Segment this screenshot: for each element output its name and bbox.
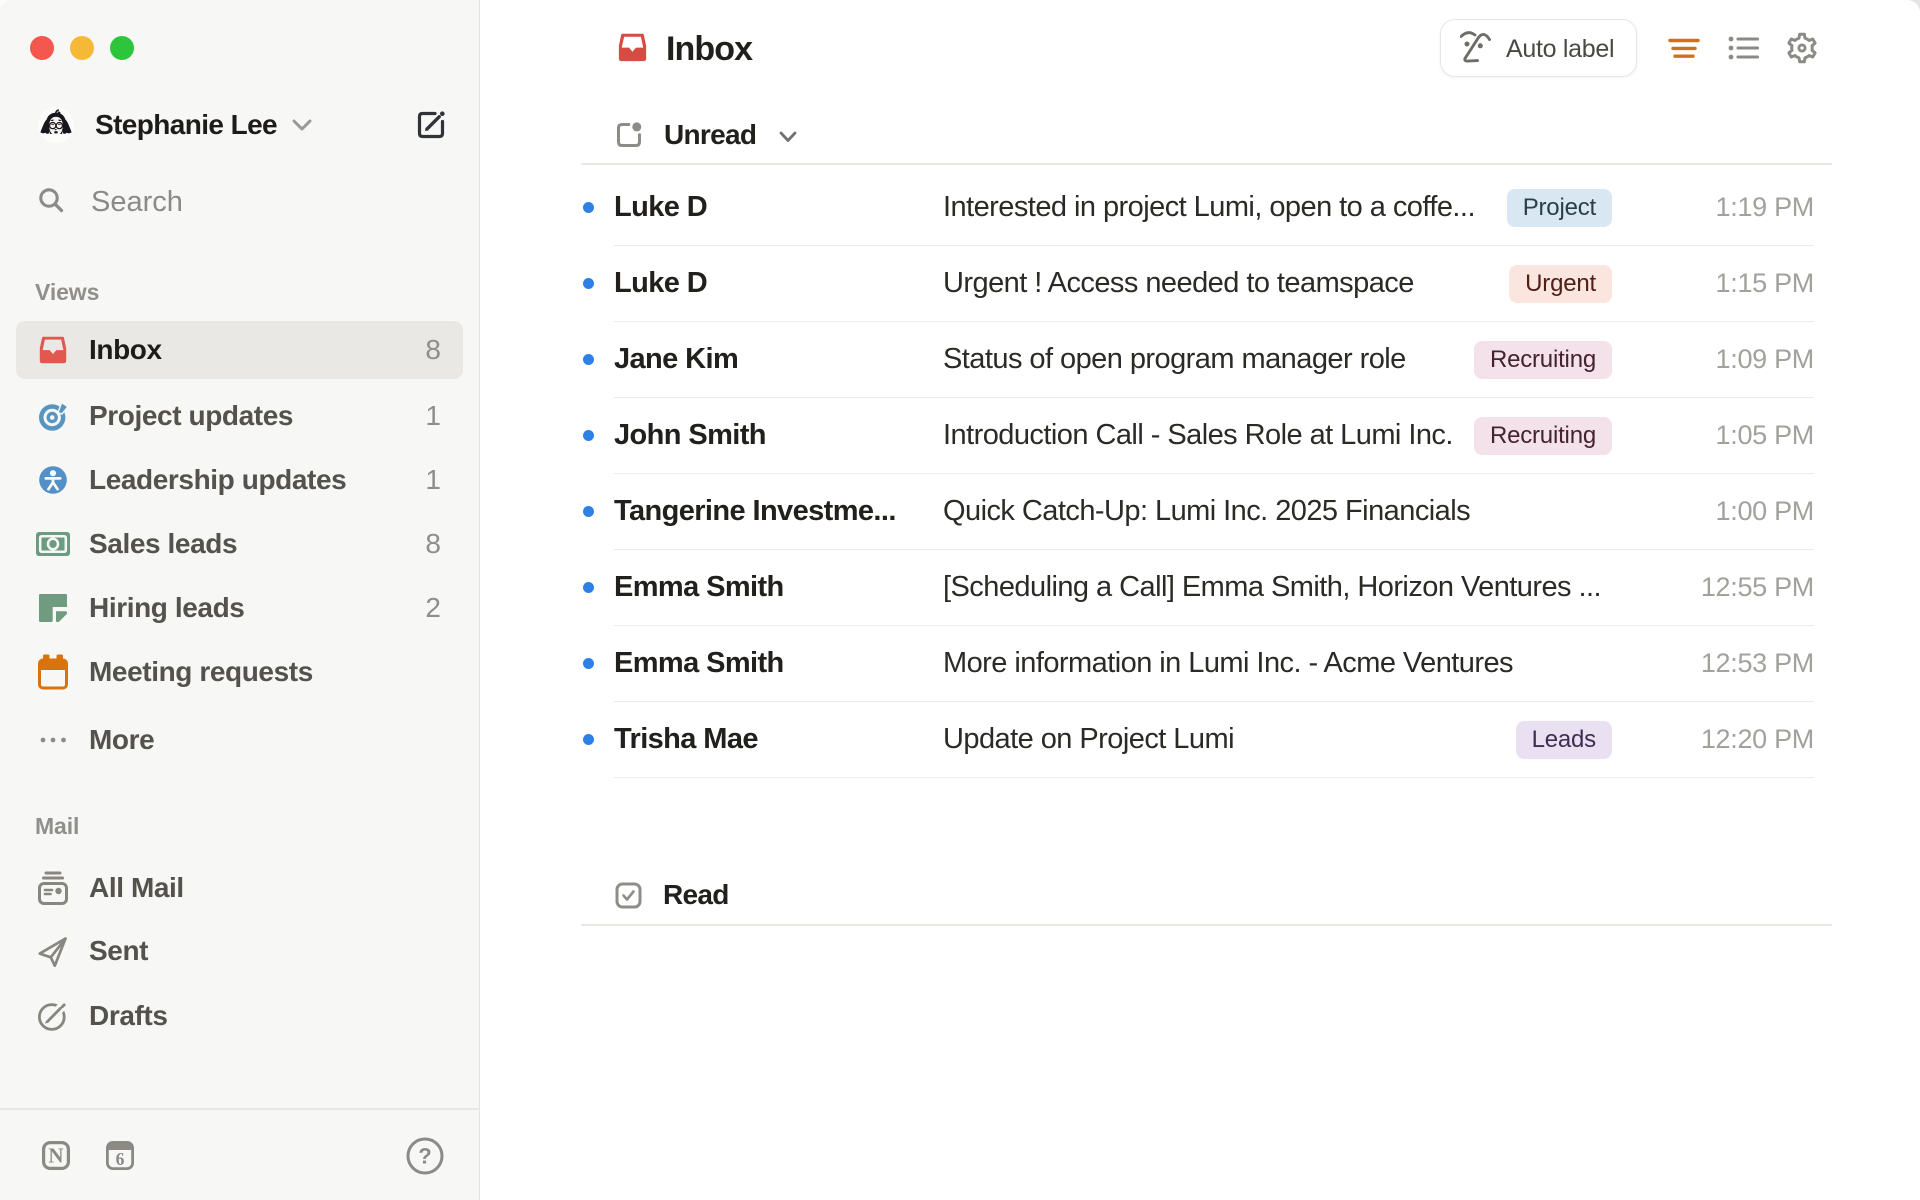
svg-text:N: N <box>48 1144 63 1168</box>
svg-text:6: 6 <box>116 1149 125 1169</box>
svg-text:?: ? <box>418 1144 431 1169</box>
